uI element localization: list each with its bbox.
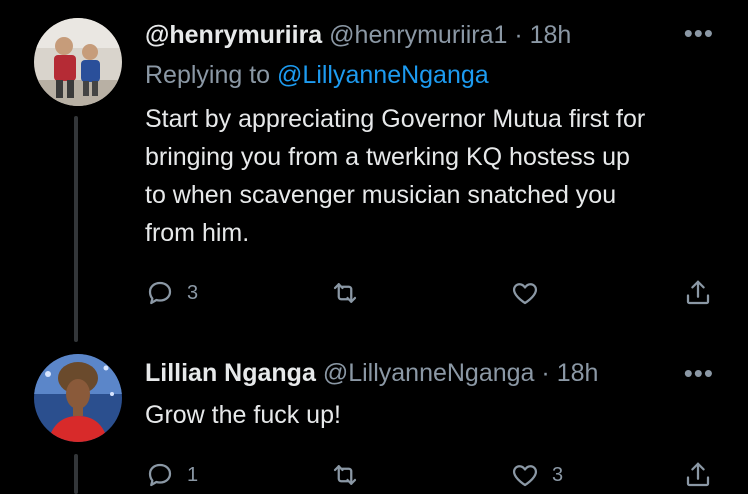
like-button[interactable] bbox=[510, 276, 552, 310]
tweet-lillian-nganga[interactable]: Lillian Nganga @LillyanneNganga · 18h ••… bbox=[0, 340, 748, 494]
retweet-button[interactable] bbox=[330, 276, 372, 310]
tweet-text: Start by appreciating Governor Mutua fir… bbox=[145, 105, 646, 247]
avatar[interactable] bbox=[34, 18, 122, 106]
share-icon bbox=[686, 462, 710, 487]
like-icon bbox=[512, 283, 538, 305]
timestamp[interactable]: 18h bbox=[530, 21, 572, 49]
tweet-header: Lillian Nganga @LillyanneNganga · 18h bbox=[145, 358, 598, 388]
thread-line bbox=[74, 454, 78, 494]
share-button[interactable] bbox=[683, 458, 713, 492]
reply-button[interactable]: 1 bbox=[145, 458, 198, 492]
retweet-icon bbox=[333, 465, 357, 485]
tweet-actions: 3 bbox=[145, 276, 715, 310]
reply-count: 1 bbox=[187, 463, 199, 486]
display-name[interactable]: @henrymuriira bbox=[145, 21, 322, 49]
like-icon bbox=[512, 465, 538, 487]
share-icon bbox=[686, 280, 710, 305]
retweet-icon bbox=[333, 283, 357, 303]
reply-icon bbox=[148, 463, 172, 487]
reply-icon bbox=[148, 281, 172, 305]
replying-to: Replying to @LillyanneNganga bbox=[145, 60, 489, 90]
separator-dot: · bbox=[514, 21, 523, 49]
like-count: 3 bbox=[552, 463, 564, 486]
replying-to-label: Replying to bbox=[145, 61, 271, 89]
separator-dot: · bbox=[541, 359, 550, 387]
avatar[interactable] bbox=[34, 354, 122, 442]
thread-line bbox=[74, 116, 78, 342]
tweet-henrymuriira[interactable]: @henrymuriira @henrymuriira1 · 18h ••• R… bbox=[0, 0, 748, 342]
timestamp[interactable]: 18h bbox=[557, 359, 599, 387]
replying-to-mention[interactable]: @LillyanneNganga bbox=[277, 61, 489, 89]
more-icon[interactable]: ••• bbox=[684, 18, 714, 48]
reply-count: 3 bbox=[187, 281, 199, 304]
share-button[interactable] bbox=[683, 276, 713, 310]
more-icon[interactable]: ••• bbox=[684, 358, 714, 388]
tweet-header: @henrymuriira @henrymuriira1 · 18h bbox=[145, 20, 571, 50]
user-handle[interactable]: @LillyanneNganga bbox=[323, 359, 535, 387]
user-handle[interactable]: @henrymuriira1 bbox=[329, 21, 507, 49]
tweet-text: Grow the fuck up! bbox=[145, 401, 341, 429]
like-button[interactable]: 3 bbox=[510, 458, 563, 492]
tweet-actions: 1 3 bbox=[145, 458, 715, 492]
retweet-button[interactable] bbox=[330, 458, 372, 492]
display-name[interactable]: Lillian Nganga bbox=[145, 359, 316, 387]
reply-button[interactable]: 3 bbox=[145, 276, 198, 310]
